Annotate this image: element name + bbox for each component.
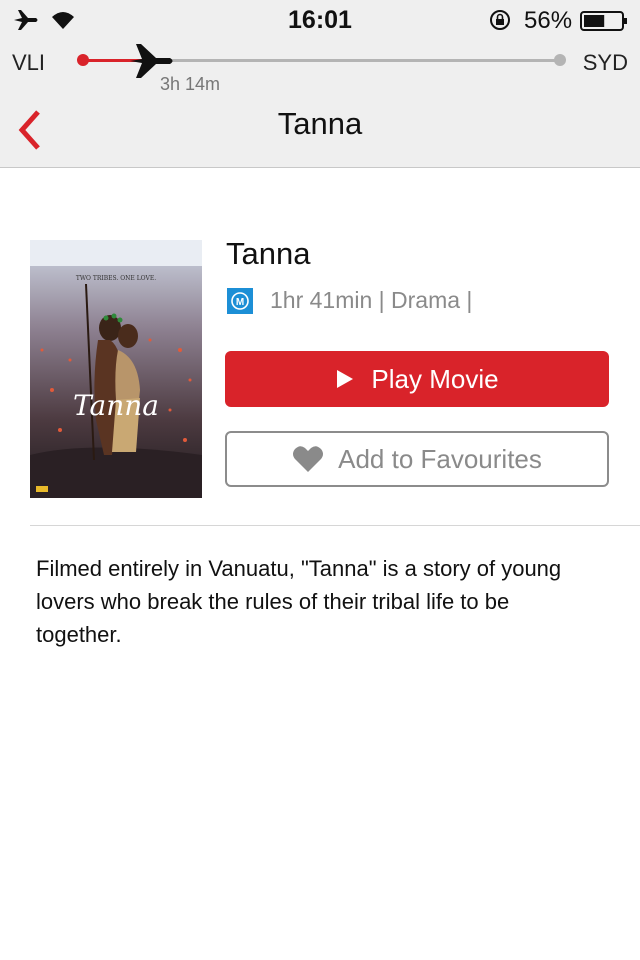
play-movie-label: Play Movie bbox=[371, 363, 499, 394]
movie-title: Tanna bbox=[226, 236, 311, 271]
rating-label: M bbox=[236, 297, 244, 308]
destination-dot bbox=[554, 54, 566, 66]
poster-title: Tanna bbox=[73, 389, 159, 422]
add-to-favourites-label: Add to Favourites bbox=[338, 443, 542, 474]
destination-airport: SYD bbox=[582, 50, 628, 75]
time-remaining: 3h 14m bbox=[160, 74, 221, 94]
status-bar: 16:01 56% bbox=[0, 0, 640, 40]
origin-airport: VLI bbox=[12, 50, 46, 75]
navigation-bar: Tanna bbox=[0, 96, 640, 168]
rotation-lock-icon bbox=[490, 10, 510, 30]
heart-icon bbox=[293, 446, 324, 472]
origin-dot bbox=[77, 54, 89, 66]
battery-percent: 56% bbox=[524, 7, 573, 34]
header: 16:01 56% VLI 3h 14m SYD Tanna bbox=[0, 0, 640, 168]
battery-icon bbox=[580, 11, 627, 31]
divider bbox=[30, 525, 640, 526]
add-to-favourites-button[interactable]: Add to Favourites bbox=[225, 431, 609, 487]
movie-poster: TWO TRIBES. ONE LOVE. Tanna bbox=[30, 240, 202, 498]
play-icon bbox=[337, 370, 354, 388]
movie-description: Filmed entirely in Vanuatu, "Tanna" is a… bbox=[36, 556, 562, 647]
play-movie-button[interactable]: Play Movie bbox=[225, 351, 609, 407]
poster-tagline: TWO TRIBES. ONE LOVE. bbox=[76, 275, 156, 282]
movie-meta: 1hr 41min | Drama | bbox=[270, 287, 473, 313]
flight-progress: VLI 3h 14m SYD bbox=[0, 40, 640, 96]
rating-badge: M bbox=[227, 288, 253, 314]
page-title: Tanna bbox=[277, 106, 363, 141]
